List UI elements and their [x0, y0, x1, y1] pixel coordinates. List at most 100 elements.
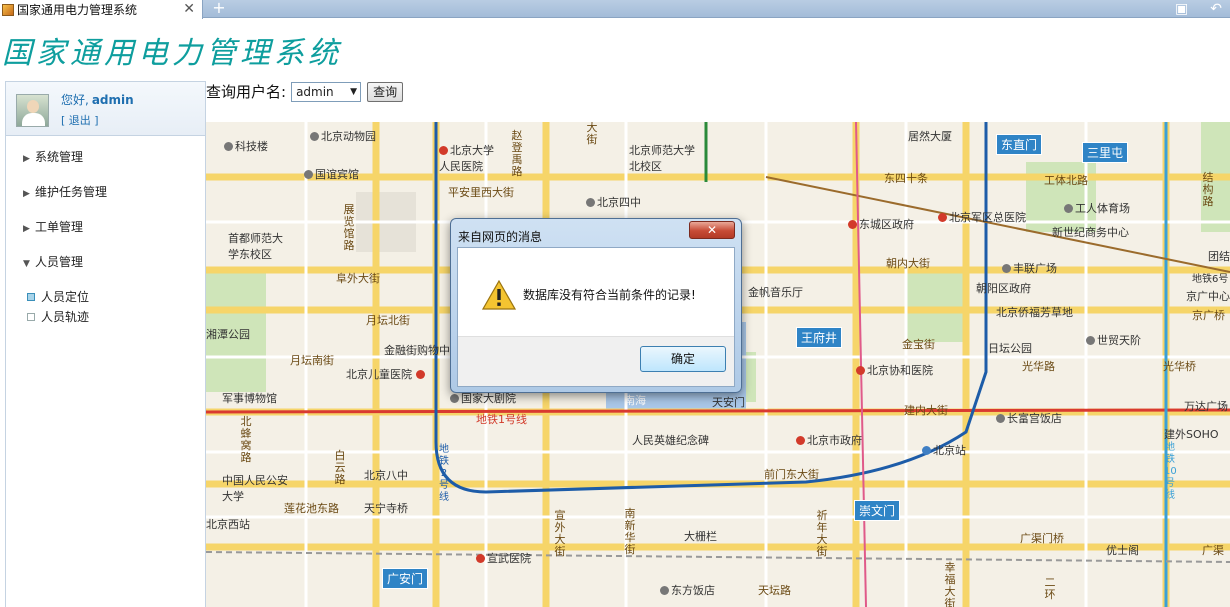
map-label: 北京八中: [364, 469, 408, 482]
map-label: 军事博物馆: [222, 392, 277, 405]
map-label: 前门东大街: [764, 468, 819, 481]
map-label: 广安门: [382, 568, 429, 589]
dialog-body: 数据库没有符合当前条件的记录! 确定: [457, 247, 735, 387]
map-label: 赵登禹路: [511, 129, 523, 178]
map-label: 万达广场: [1184, 400, 1228, 413]
map-label: 光华路: [1022, 360, 1055, 373]
map-label: 光华桥: [1163, 360, 1196, 373]
ok-button[interactable]: 确定: [640, 346, 726, 372]
menu-item-personnel[interactable]: ▼ 人员管理: [6, 255, 205, 290]
map-label: 国谊宾馆: [304, 166, 359, 182]
dialog-footer: 确定: [458, 336, 734, 386]
window-icon[interactable]: ▣: [1175, 0, 1188, 18]
query-label: 查询用户名:: [206, 83, 287, 101]
username-select-value: admin: [296, 84, 334, 99]
map-label: 朝阳区政府: [976, 282, 1031, 295]
logout-link[interactable]: [ 退出 ]: [61, 112, 99, 128]
map-label: 大街: [586, 122, 598, 146]
map-label: 世贸天阶: [1086, 332, 1141, 348]
map-label: 朝内大街: [886, 257, 930, 270]
map-label: 建外SOHO: [1164, 428, 1219, 441]
map-label: 北京侨福芳草地: [996, 306, 1073, 319]
warning-icon: [482, 280, 516, 310]
map-label: 阜外大街: [336, 272, 380, 285]
browser-tab[interactable]: 国家通用电力管理系统 ✕: [0, 0, 203, 19]
close-icon[interactable]: ✕: [689, 221, 735, 239]
alert-dialog: 来自网页的消息 ✕ 数据库没有符合当前条件的记录! 确定: [450, 218, 742, 393]
dialog-message: 数据库没有符合当前条件的记录!: [523, 288, 696, 302]
map-label: 居然大厦: [908, 130, 952, 143]
map-label: 地铁10号线: [1164, 442, 1177, 501]
map-label: 东直门: [996, 134, 1043, 155]
map-label: 白云路: [334, 449, 346, 486]
map-label: 崇文门: [854, 500, 901, 521]
map-label: 长富宫饭店: [996, 410, 1062, 426]
query-button[interactable]: 查询: [367, 81, 404, 102]
map-label: 幸福大街: [944, 561, 956, 607]
greeting-text: 您好,: [61, 93, 89, 107]
map-label: 王府井: [796, 327, 843, 348]
new-tab-icon[interactable]: +: [208, 0, 230, 17]
menu-item-system[interactable]: ▶ 系统管理: [6, 150, 205, 185]
map-label: 平安里西大街: [448, 186, 514, 199]
map-label: 天宁寺桥: [364, 502, 408, 515]
caret-down-icon: ▼: [23, 259, 30, 269]
map-label: 莲花池东路: [284, 502, 339, 515]
map-label: 祈年大街: [816, 509, 828, 558]
map-label: 宣武医院: [476, 550, 531, 566]
map-label: 地铁6号: [1192, 274, 1229, 285]
app-logo: 国家通用电力管理系统: [2, 36, 342, 71]
map-label: 金融街购物中: [384, 344, 450, 357]
map-label: 首都师范大学东校区: [228, 232, 283, 261]
map-label: 月坛北街: [366, 314, 410, 327]
map-label: 宣外大街: [554, 509, 566, 558]
dialog-title: 来自网页的消息: [458, 230, 543, 244]
map-label: 工体北路: [1044, 174, 1088, 187]
browser-tab-bar: 国家通用电力管理系统 ✕ + ▣ ↶: [0, 0, 1230, 19]
submenu-item-track[interactable]: 人员轨迹: [6, 310, 205, 330]
map-label: 丰联广场: [1002, 260, 1057, 276]
menu-item-maintenance[interactable]: ▶ 维护任务管理: [6, 185, 205, 220]
map-label: 天坛路: [758, 584, 791, 597]
map-label: 东城区政府: [848, 216, 914, 232]
map-label: 南新华街: [624, 507, 636, 556]
close-icon[interactable]: ✕: [183, 0, 195, 18]
chevron-down-icon: ▼: [350, 86, 358, 97]
map-label: 京广中心商: [1186, 290, 1230, 303]
square-bullet-icon: [27, 293, 35, 301]
left-panel: 您好, admin [ 退出 ] ▶ 系统管理 ▶ 维护任务管理 ▶ 工单管理 ▼…: [5, 81, 206, 607]
menu-item-workorder[interactable]: ▶ 工单管理: [6, 220, 205, 255]
map-label: 北京市政府: [796, 432, 862, 448]
map-label: 新世纪商务中心: [1052, 226, 1129, 239]
submenu-item-label: 人员定位: [41, 290, 90, 304]
menu-item-label: 工单管理: [35, 220, 84, 234]
map-label: 金帆音乐厅: [748, 286, 803, 299]
caret-right-icon: ▶: [23, 224, 30, 234]
map-label: 人民英雄纪念碑: [632, 434, 709, 447]
submenu-item-locate[interactable]: 人员定位: [6, 290, 205, 310]
menu-item-label: 系统管理: [35, 150, 84, 164]
favicon-icon: [2, 3, 14, 16]
caret-right-icon: ▶: [23, 154, 30, 164]
username: admin: [91, 93, 134, 107]
greeting: 您好, admin: [61, 91, 134, 108]
map-label: 北京动物园: [310, 128, 376, 144]
square-bullet-icon: [27, 313, 35, 321]
menu-item-label: 人员管理: [35, 255, 84, 269]
map-label: 北京大学人民医院: [439, 144, 494, 173]
map-label: 大栅栏: [684, 530, 717, 543]
map-label: 北京师范大学北校区: [629, 144, 695, 173]
nav-menu: ▶ 系统管理 ▶ 维护任务管理 ▶ 工单管理 ▼ 人员管理 人员定位 人员轨迹: [6, 136, 205, 330]
map-label: 月坛南街: [290, 354, 334, 367]
map-label: 三里屯: [1082, 142, 1129, 163]
map-label: 广渠: [1202, 544, 1224, 557]
map-label: 优士阁: [1106, 544, 1139, 557]
map-label: 南海: [624, 394, 646, 407]
map-label: 工人体育场: [1064, 200, 1130, 216]
username-select[interactable]: admin ▼: [291, 81, 362, 102]
map-label: 北京军区总医院: [938, 209, 1026, 225]
caret-right-icon: ▶: [23, 189, 30, 199]
avatar: [16, 94, 49, 127]
map-label: 天安门: [712, 396, 745, 409]
back-arrow-icon[interactable]: ↶: [1210, 0, 1222, 18]
